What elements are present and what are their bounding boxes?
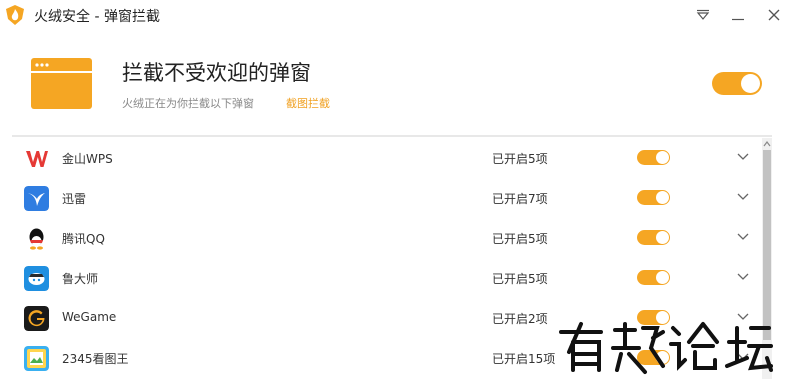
list-item: 腾讯QQ 已开启5项: [12, 218, 760, 258]
page-subtitle: 火绒正在为你拦截以下弹窗: [122, 97, 254, 110]
thunder-icon: [24, 186, 49, 211]
minimize-button[interactable]: [725, 4, 751, 26]
app-enabled-count: 已开启5项: [492, 272, 548, 286]
chevron-down-icon[interactable]: [736, 152, 750, 162]
toggle-knob: [656, 151, 669, 164]
close-icon: [768, 9, 780, 21]
app-enabled-count: 已开启5项: [492, 152, 548, 166]
close-button[interactable]: [761, 4, 787, 26]
window-title: 火绒安全 - 弹窗拦截: [34, 9, 160, 25]
scroll-up-arrow-icon[interactable]: [762, 140, 772, 148]
app-name: 迅雷: [62, 192, 87, 206]
app-enabled-count: 已开启2项: [492, 312, 548, 326]
toggle-knob: [656, 231, 669, 244]
list-item: 金山WPS 已开启5项: [12, 138, 760, 178]
app-name: 腾讯QQ: [62, 232, 105, 246]
app-toggle[interactable]: [637, 230, 670, 245]
title-bar: 火绒安全 - 弹窗拦截: [0, 0, 795, 32]
forum-watermark-logo: [559, 322, 773, 374]
app-name: 鲁大师: [62, 272, 99, 286]
app-enabled-count: 已开启7项: [492, 192, 548, 206]
toggle-knob: [656, 271, 669, 284]
chevron-down-icon[interactable]: [736, 192, 750, 202]
app-toggle[interactable]: [637, 270, 670, 285]
scrollbar-thumb[interactable]: [763, 150, 771, 340]
menu-triangle-icon: [696, 9, 710, 20]
chevron-down-icon[interactable]: [736, 232, 750, 242]
master-toggle[interactable]: [712, 72, 762, 95]
popup-window-icon: [31, 58, 92, 109]
app-enabled-count: 已开启15项: [492, 352, 556, 366]
huorong-logo-icon: [6, 5, 24, 25]
divider: [12, 135, 772, 137]
screenshot-intercept-link[interactable]: 截图拦截: [286, 95, 330, 111]
app-name: 金山WPS: [62, 152, 113, 166]
page-title: 拦截不受欢迎的弹窗: [122, 61, 311, 85]
wps-icon: [24, 146, 49, 171]
qq-icon: [24, 226, 49, 251]
app-name: WeGame: [62, 310, 117, 324]
app-enabled-count: 已开启5项: [492, 232, 548, 246]
chevron-down-icon[interactable]: [736, 272, 750, 282]
wegame-icon: [24, 306, 49, 331]
app-toggle[interactable]: [637, 150, 670, 165]
toggle-knob: [741, 74, 760, 93]
minimize-icon: [732, 18, 744, 21]
app-toggle[interactable]: [637, 190, 670, 205]
2345-icon: [24, 346, 49, 371]
app-name: 2345看图王: [62, 352, 129, 366]
list-item: 鲁大师 已开启5项: [12, 258, 760, 298]
menu-dropdown-button[interactable]: [690, 4, 716, 26]
list-item: 迅雷 已开启7项: [12, 178, 760, 218]
toggle-knob: [656, 191, 669, 204]
ludashi-icon: [24, 266, 49, 291]
